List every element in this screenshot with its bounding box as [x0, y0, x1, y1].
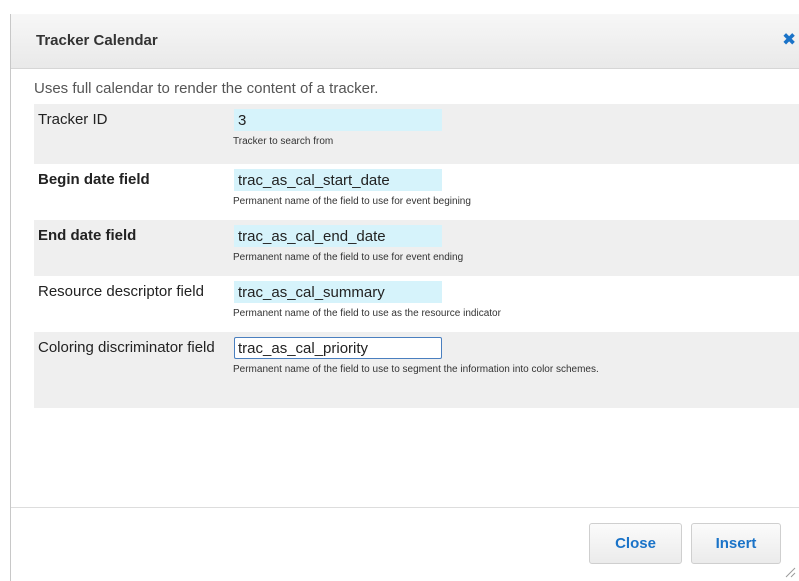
tracker-id-input[interactable]: [234, 109, 442, 131]
close-icon[interactable]: ✖: [782, 30, 796, 50]
resource-descriptor-label: Resource descriptor field: [38, 283, 204, 300]
coloring-discriminator-help: Permanent name of the field to use to se…: [233, 364, 599, 375]
field-row-tracker-id: Tracker ID Tracker to search from: [34, 104, 799, 164]
field-row-coloring-discriminator: Coloring discriminator field Permanent n…: [34, 332, 799, 408]
field-row-end-date: End date field Permanent name of the fie…: [34, 220, 799, 276]
begin-date-input[interactable]: [234, 169, 442, 191]
tracker-id-help: Tracker to search from: [233, 136, 334, 147]
insert-button[interactable]: Insert: [691, 523, 781, 564]
field-row-resource-descriptor: Resource descriptor field Permanent name…: [34, 276, 799, 332]
end-date-input[interactable]: [234, 225, 442, 247]
coloring-discriminator-input[interactable]: [234, 337, 442, 359]
dialog-titlebar[interactable]: Tracker Calendar ✖: [11, 14, 799, 69]
resize-grip-icon[interactable]: [784, 566, 796, 578]
begin-date-label: Begin date field: [38, 171, 150, 188]
tracker-calendar-dialog: Tracker Calendar ✖ Uses full calendar to…: [10, 14, 799, 581]
dialog-description: Uses full calendar to render the content…: [34, 80, 379, 97]
dialog-footer: Close Insert: [11, 507, 799, 581]
field-row-begin-date: Begin date field Permanent name of the f…: [34, 164, 799, 220]
dialog-title: Tracker Calendar: [36, 32, 158, 49]
coloring-discriminator-label: Coloring discriminator field: [38, 339, 215, 356]
tracker-id-label: Tracker ID: [38, 111, 108, 128]
resource-descriptor-help: Permanent name of the field to use as th…: [233, 308, 501, 319]
begin-date-help: Permanent name of the field to use for e…: [233, 196, 471, 207]
end-date-label: End date field: [38, 227, 137, 244]
close-button[interactable]: Close: [589, 523, 682, 564]
resource-descriptor-input[interactable]: [234, 281, 442, 303]
end-date-help: Permanent name of the field to use for e…: [233, 252, 464, 263]
